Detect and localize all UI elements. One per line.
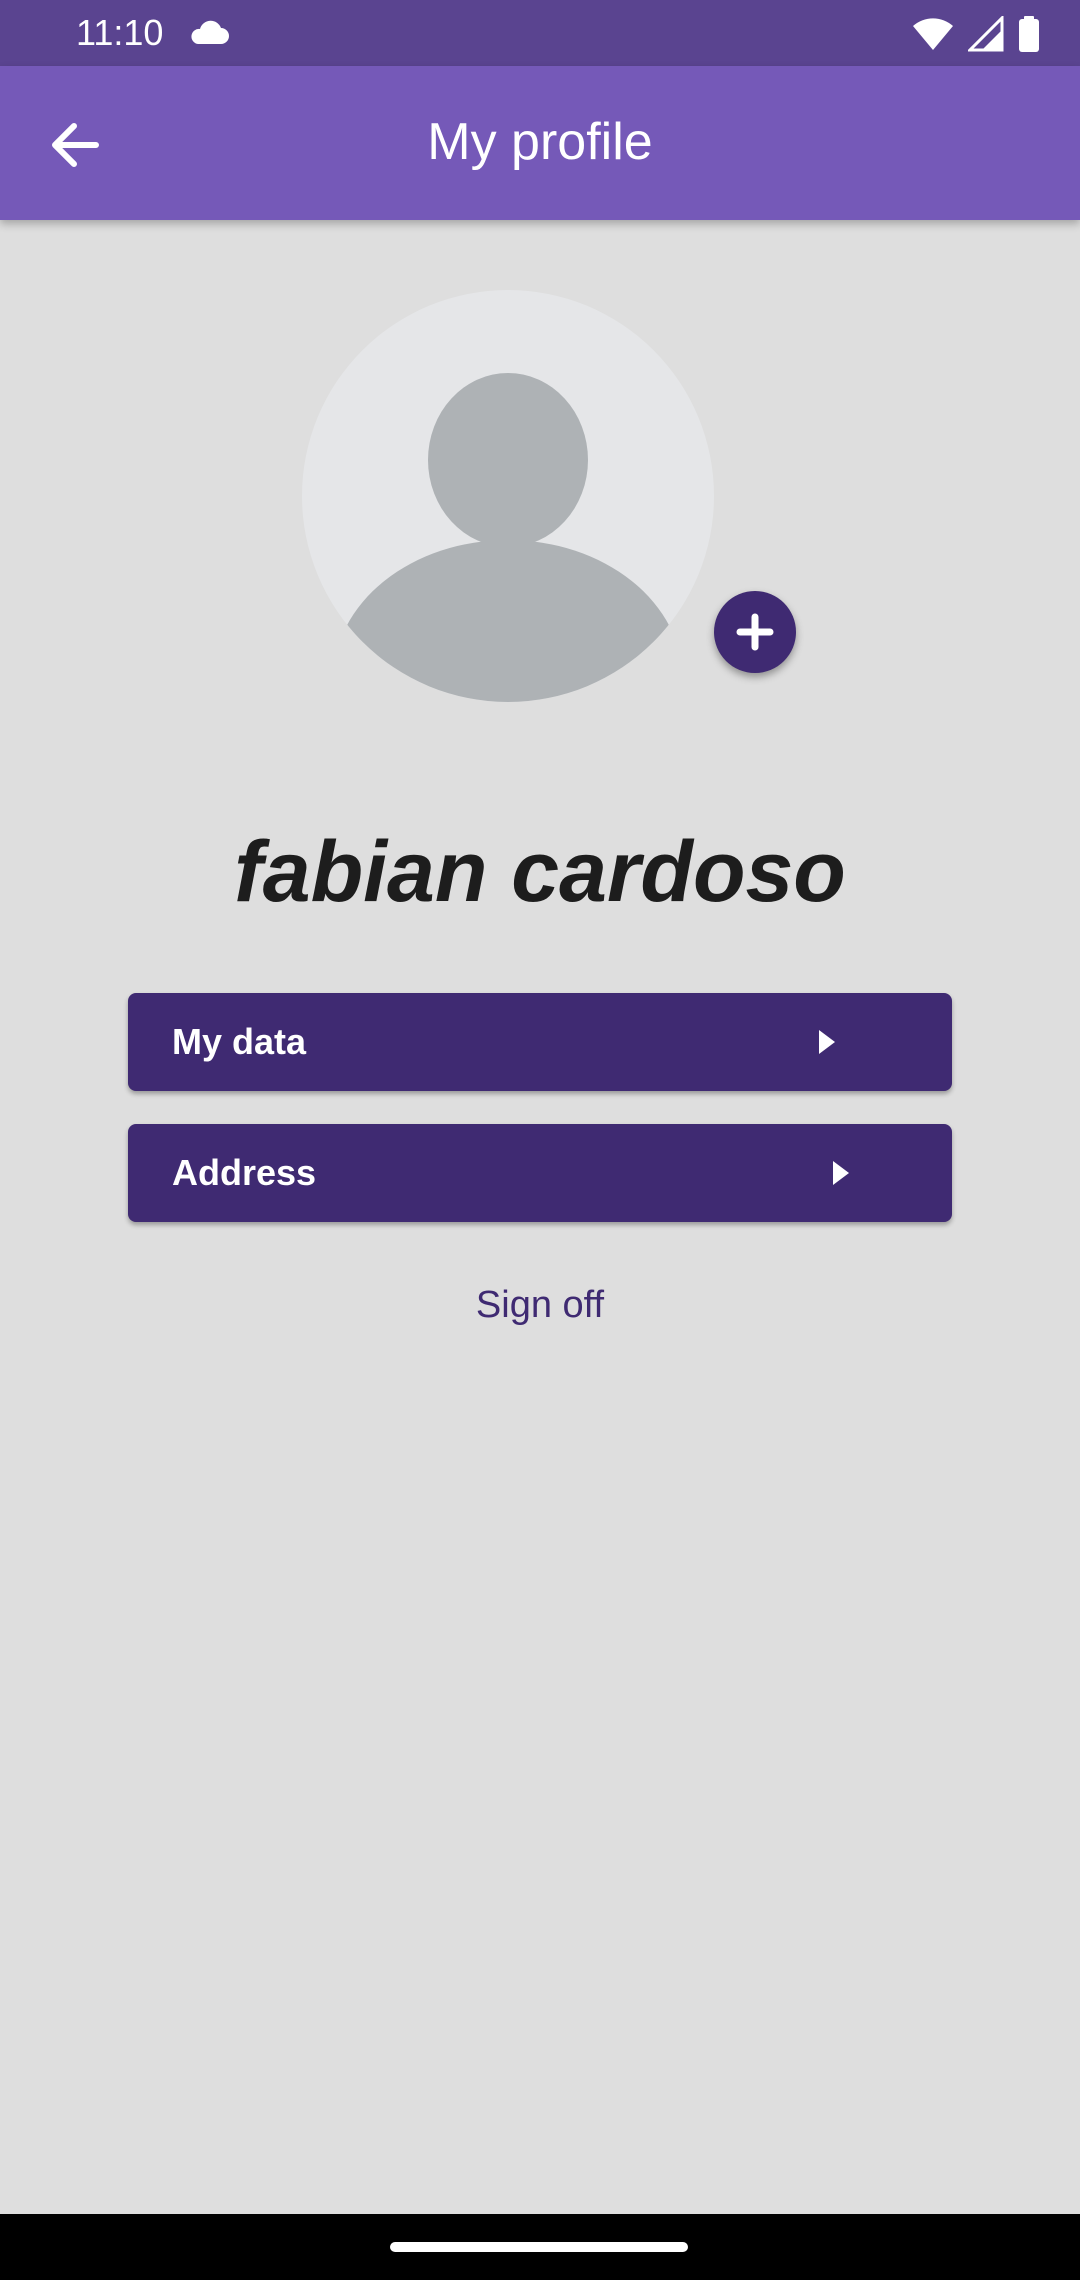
address-label: Address	[172, 1152, 317, 1193]
navigation-bar	[0, 2214, 1080, 2280]
status-time: 11:10	[76, 12, 164, 53]
person-placeholder-icon	[333, 373, 683, 702]
address-button[interactable]: Address	[128, 1124, 952, 1222]
avatar	[302, 290, 714, 702]
battery-icon	[1019, 16, 1039, 52]
status-icons	[912, 14, 1040, 54]
status-bar: 11:10	[0, 0, 1080, 66]
my-data-button[interactable]: My data	[128, 993, 952, 1091]
plus-icon	[736, 613, 774, 651]
caret-right-icon	[833, 1161, 849, 1185]
add-photo-button[interactable]	[714, 591, 796, 673]
app-bar: My profile	[0, 66, 1080, 220]
page-title: My profile	[427, 113, 653, 171]
sign-off-link[interactable]: Sign off	[0, 1280, 1080, 1330]
caret-right-icon	[819, 1030, 835, 1054]
wifi-icon	[913, 18, 953, 50]
signal-icon	[968, 16, 1004, 52]
user-name: fabian cardoso	[234, 824, 846, 920]
my-data-label: My data	[172, 1021, 307, 1062]
cloud-icon	[191, 20, 229, 44]
home-handle[interactable]	[390, 2242, 688, 2252]
